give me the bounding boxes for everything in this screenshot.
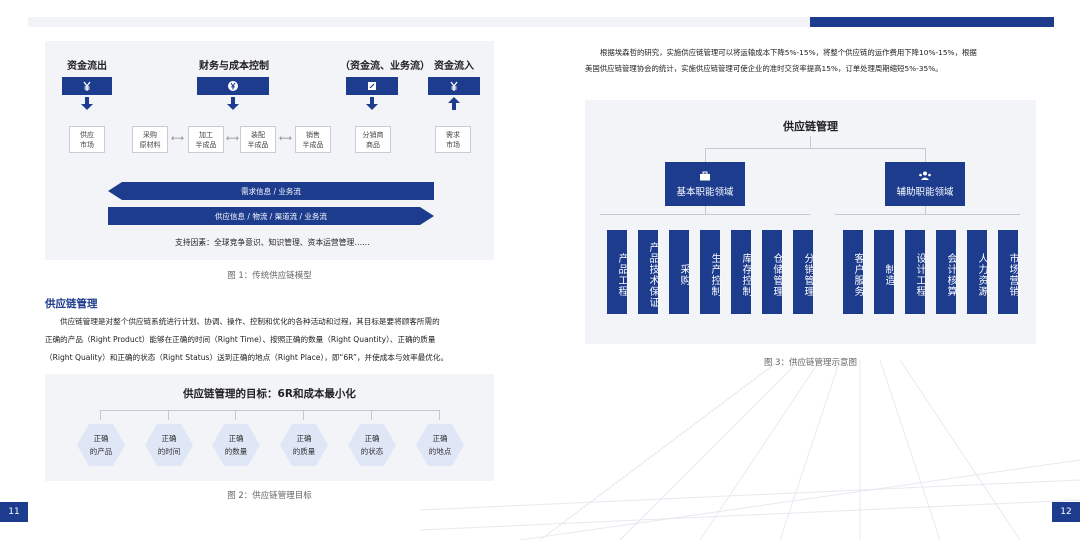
- box-assemble: 装配 半成品: [240, 126, 276, 153]
- paragraph-line-2: 正确的产品（Right Product）能够在正确的时间（Right Time）…: [45, 335, 436, 344]
- connector-tick: [235, 410, 236, 420]
- yen-up-icon: [428, 77, 480, 95]
- goal-product: 正确 的产品: [77, 424, 125, 466]
- connector-line: [925, 148, 926, 162]
- figure-3-title: 供应链管理: [783, 120, 838, 133]
- item-purchasing: 采购: [669, 230, 689, 314]
- support-functions-label: 辅助职能领域: [896, 186, 954, 198]
- goal-time: 正确 的时间: [145, 424, 193, 466]
- arrow-down-head: [81, 104, 93, 110]
- basic-functions-box: 基本职能领域: [665, 162, 745, 206]
- arrow-right-text: 供应信息 / 物流 / 渠道流 / 业务流: [215, 211, 327, 221]
- connector-line: [810, 136, 811, 148]
- connector-tick: [168, 410, 169, 420]
- box-demand-market: 需求 市场: [435, 126, 471, 153]
- header-cash-out: 资金流出: [67, 61, 107, 72]
- item-production-control: 生产控制: [700, 230, 720, 314]
- yen-down-icon: [62, 77, 112, 95]
- right-text-line-2: 美国供应链管理协会的统计，实施供应链管理可使企业的准时交货率提高15%，订单处理…: [585, 64, 943, 73]
- briefcase-icon: [700, 171, 710, 180]
- item-marketing: 市场营销: [998, 230, 1018, 314]
- item-product-engineering: 产品工程: [607, 230, 627, 314]
- connector-line: [705, 148, 925, 149]
- right-text-line-1: 根据埃森哲的研究，实施供应链管理可以将运输成本下降5%-15%，将整个供应链的运…: [600, 48, 977, 57]
- item-hr: 人力资源: [967, 230, 987, 314]
- connector-line: [705, 206, 706, 214]
- connector-tick: [371, 410, 372, 420]
- box-process: 加工 半成品: [188, 126, 224, 153]
- header-finance: 财务与成本控制: [199, 61, 269, 72]
- item-warehouse: 仓储管理: [762, 230, 782, 314]
- connector-line: [925, 206, 926, 214]
- figure-3-caption: 图 3：供应链管理示意图: [763, 358, 858, 368]
- box-purchase: 采购 原材料: [132, 126, 168, 153]
- double-arrow-icon: ⟷: [171, 134, 184, 144]
- goal-quantity: 正确 的数量: [212, 424, 260, 466]
- connector-tick: [100, 410, 101, 420]
- background-perspective-grid: [420, 360, 1080, 540]
- figure-3-panel: 供应链管理 基本职能领域 辅助职能领域 产品工程 产品技术保证 采购 生产控制 …: [585, 100, 1036, 344]
- figure-2-panel: 供应链管理的目标：6R和成本最小化 正确 的产品 正确 的时间 正确 的数量 正…: [45, 374, 494, 481]
- item-manufacturing: 制造: [874, 230, 894, 314]
- box-supply-market: 供应 市场: [69, 126, 105, 153]
- paragraph-line-1: 供应链管理是对整个供应链系统进行计划、协调、操作、控制和优化的各种活动和过程，其…: [60, 317, 440, 326]
- connector-tick: [303, 410, 304, 420]
- figure-2-title: 供应链管理的目标：6R和成本最小化: [183, 388, 356, 400]
- item-distribution: 分销管理: [793, 230, 813, 314]
- item-customer-service: 客户服务: [843, 230, 863, 314]
- people-icon: [919, 171, 931, 180]
- box-distribute: 分销商 商品: [355, 126, 391, 153]
- goal-place: 正确 的地点: [416, 424, 464, 466]
- document-edit-icon: [346, 77, 398, 95]
- figure-2-caption: 图 2：供应链管理目标: [227, 491, 312, 501]
- double-arrow-icon: ⟷: [226, 134, 239, 144]
- double-arrow-icon: ⟷: [279, 134, 292, 144]
- arrow-left-text: 需求信息 / 业务流: [241, 186, 301, 196]
- item-accounting: 会计核算: [936, 230, 956, 314]
- section-title: 供应链管理: [45, 298, 98, 310]
- item-design-engineering: 设计工程: [905, 230, 925, 314]
- figure-1-panel: 资金流出 财务与成本控制 （资金流、业务流） 资金流入 供应 市场 采购 原材料…: [45, 41, 494, 260]
- item-tech-assurance: 产品技术保证: [638, 230, 658, 314]
- paragraph-line-3: （Right Quality）和正确的状态（Right Status）送到正确的…: [45, 353, 449, 362]
- arrow-up-stem: [452, 102, 456, 110]
- goal-status: 正确 的状态: [348, 424, 396, 466]
- page-number-right: 12: [1052, 502, 1080, 522]
- basic-functions-label: 基本职能领域: [676, 186, 734, 198]
- goal-quality: 正确 的质量: [280, 424, 328, 466]
- connector-line: [600, 214, 810, 215]
- yen-icon: [197, 77, 269, 95]
- header-accent: [810, 17, 1054, 27]
- connector-line: [100, 410, 440, 411]
- connector-tick: [439, 410, 440, 420]
- box-sales: 销售 半成品: [295, 126, 331, 153]
- header-cash-in: 资金流入: [434, 61, 474, 72]
- arrow-down-head-2: [227, 104, 239, 110]
- connector-line: [705, 148, 706, 162]
- figure-1-caption: 图 1：传统供应链模型: [227, 271, 312, 281]
- item-inventory-control: 库存控制: [731, 230, 751, 314]
- support-factors: 支持因素：全球竞争意识、知识管理、资本运营管理……: [175, 238, 370, 247]
- page-number-left: 11: [0, 502, 28, 522]
- connector-line: [835, 214, 1020, 215]
- support-functions-box: 辅助职能领域: [885, 162, 965, 206]
- arrow-down-head-3: [366, 104, 378, 110]
